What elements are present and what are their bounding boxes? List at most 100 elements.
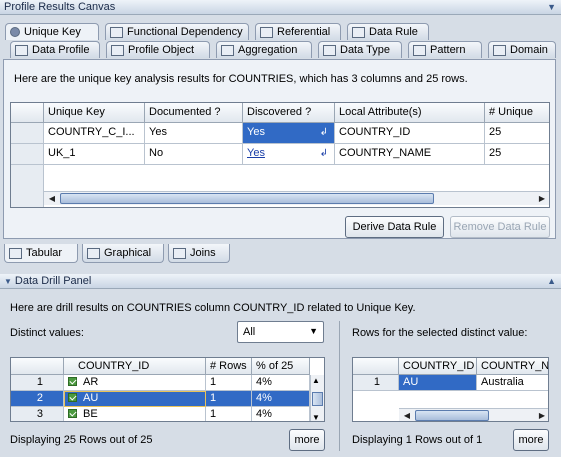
scroll-thumb[interactable]: [415, 410, 489, 421]
table-cell[interactable]: 1: [206, 407, 252, 421]
scroll-down-icon[interactable]: ▼: [312, 413, 320, 421]
tab-label: Joins: [190, 247, 216, 259]
tab-label: Domain: [510, 44, 548, 56]
table-cell[interactable]: Australia: [477, 375, 548, 391]
drill-link-icon[interactable]: ↲: [320, 123, 328, 142]
vertical-scrollbar[interactable]: ▲ ▼: [310, 375, 324, 421]
scroll-thumb[interactable]: [60, 193, 434, 204]
table-cell[interactable]: 25: [485, 144, 549, 165]
select-value: All: [243, 326, 256, 338]
table-cell[interactable]: COUNTRY_NAME: [335, 144, 485, 165]
more-button-left[interactable]: more: [289, 429, 325, 451]
discovered-cell-link[interactable]: Yes ↲: [243, 144, 335, 165]
tab-tabular[interactable]: Tabular: [4, 244, 78, 263]
scroll-left-icon[interactable]: ◀: [401, 410, 413, 421]
tab-pattern[interactable]: Pattern: [408, 41, 482, 58]
cell-value: BE: [83, 408, 98, 420]
table-cell[interactable]: Yes: [247, 147, 265, 159]
col-percent[interactable]: % of 25: [252, 358, 310, 375]
scroll-left-icon[interactable]: ◀: [46, 193, 58, 205]
cell-value: AR: [83, 376, 99, 388]
table-cell[interactable]: AU: [399, 375, 477, 391]
canvas-title: Profile Results Canvas: [4, 1, 116, 13]
table-cell[interactable]: 4%: [252, 407, 310, 421]
table-cell[interactable]: BE: [64, 407, 206, 421]
horizontal-scrollbar[interactable]: ◀ ▶: [44, 191, 549, 205]
row-number[interactable]: 3: [11, 407, 64, 421]
dropdown-arrow-icon[interactable]: ▼: [309, 326, 318, 336]
table-cell[interactable]: COUNTRY_ID: [335, 123, 485, 144]
more-button-right[interactable]: more: [513, 429, 549, 451]
collapse-arrow-icon[interactable]: ▼: [547, 2, 556, 12]
scroll-thumb[interactable]: [312, 392, 323, 406]
key-icon: [10, 27, 20, 37]
view-tabs: Tabular Graphical Joins: [0, 244, 561, 264]
tab-data-profile[interactable]: Data Profile: [10, 41, 100, 58]
tab-unique-key[interactable]: Unique Key: [5, 23, 99, 40]
discovered-cell-selected[interactable]: Yes ↲: [243, 123, 335, 144]
drill-link-icon[interactable]: ↲: [320, 144, 328, 163]
distinct-values-table: COUNTRY_ID # Rows % of 25 1 AR 1 4% 2 AU…: [10, 357, 325, 422]
collapse-triangle-icon[interactable]: ▼: [4, 277, 12, 286]
col-discovered[interactable]: Discovered ?: [243, 103, 335, 123]
table-cell[interactable]: No: [145, 144, 243, 165]
tab-functional-dependency[interactable]: Functional Dependency: [105, 23, 249, 40]
row-header[interactable]: [11, 123, 44, 144]
scroll-up-icon[interactable]: ▲: [312, 376, 320, 385]
chart-icon: [87, 247, 100, 259]
col-unique-key[interactable]: Unique Key: [44, 103, 145, 123]
table-cell[interactable]: COUNTRY_C_I...: [44, 123, 145, 144]
distinct-values-label: Distinct values:: [10, 327, 84, 339]
derive-data-rule-button[interactable]: Derive Data Rule: [345, 216, 444, 238]
tab-label: Profile Object: [128, 44, 195, 56]
profile-icon: [15, 44, 28, 56]
tab-domain[interactable]: Domain: [488, 41, 556, 58]
unique-key-table: Unique Key Documented ? Discovered ? Loc…: [10, 102, 550, 208]
tab-data-rule[interactable]: Data Rule: [347, 23, 429, 40]
corner-header: [353, 358, 399, 375]
col-rows[interactable]: # Rows: [206, 358, 252, 375]
col-local-attributes[interactable]: Local Attribute(s): [335, 103, 485, 123]
profile-results-header: Profile Results Canvas ▼: [0, 0, 561, 15]
tab-label: Aggregation: [238, 44, 298, 56]
horizontal-scrollbar[interactable]: ◀ ▶: [399, 408, 548, 421]
display-count-right: Displaying 1 Rows out of 1: [352, 434, 483, 446]
row-number[interactable]: 2: [11, 391, 64, 407]
distinct-values-select[interactable]: All ▼: [237, 321, 324, 343]
col-documented[interactable]: Documented ?: [145, 103, 243, 123]
table-cell-selected[interactable]: AU: [64, 391, 206, 407]
table-cell[interactable]: UK_1: [44, 144, 145, 165]
table-cell[interactable]: AR: [64, 375, 206, 391]
checkbox-icon[interactable]: [68, 393, 77, 402]
row-header[interactable]: [11, 144, 44, 165]
scroll-right-icon[interactable]: ▶: [536, 410, 548, 421]
col-country-id[interactable]: COUNTRY_ID: [399, 358, 477, 375]
table-cell: Yes: [247, 126, 265, 138]
corner-header: [11, 358, 64, 375]
collapse-arrow-icon[interactable]: ▲: [547, 276, 556, 286]
scroll-right-icon[interactable]: ▶: [536, 193, 548, 205]
referential-icon: [260, 26, 273, 38]
table-cell[interactable]: 25: [485, 123, 549, 144]
tab-data-type[interactable]: Data Type: [318, 41, 402, 58]
table-cell[interactable]: Yes: [145, 123, 243, 144]
cell-value: AU: [83, 392, 99, 404]
row-number[interactable]: 1: [353, 375, 399, 391]
tab-aggregation[interactable]: Aggregation: [216, 41, 312, 58]
tab-joins[interactable]: Joins: [168, 244, 230, 263]
tab-profile-object[interactable]: Profile Object: [106, 41, 210, 58]
table-cell[interactable]: 4%: [252, 391, 310, 407]
row-number[interactable]: 1: [11, 375, 64, 391]
col-unique-count[interactable]: # Unique: [485, 103, 549, 123]
table-cell[interactable]: 4%: [252, 375, 310, 391]
col-country-name[interactable]: COUNTRY_N...: [477, 358, 548, 375]
col-country-id[interactable]: COUNTRY_ID: [64, 358, 206, 375]
tab-graphical[interactable]: Graphical: [82, 244, 164, 263]
tab-referential[interactable]: Referential: [255, 23, 341, 40]
table-cell[interactable]: 1: [206, 391, 252, 407]
checkbox-icon[interactable]: [68, 409, 77, 418]
table-cell[interactable]: 1: [206, 375, 252, 391]
checkbox-icon[interactable]: [68, 377, 77, 386]
tab-label: Unique Key: [24, 26, 81, 38]
tab-label: Data Rule: [369, 26, 418, 38]
